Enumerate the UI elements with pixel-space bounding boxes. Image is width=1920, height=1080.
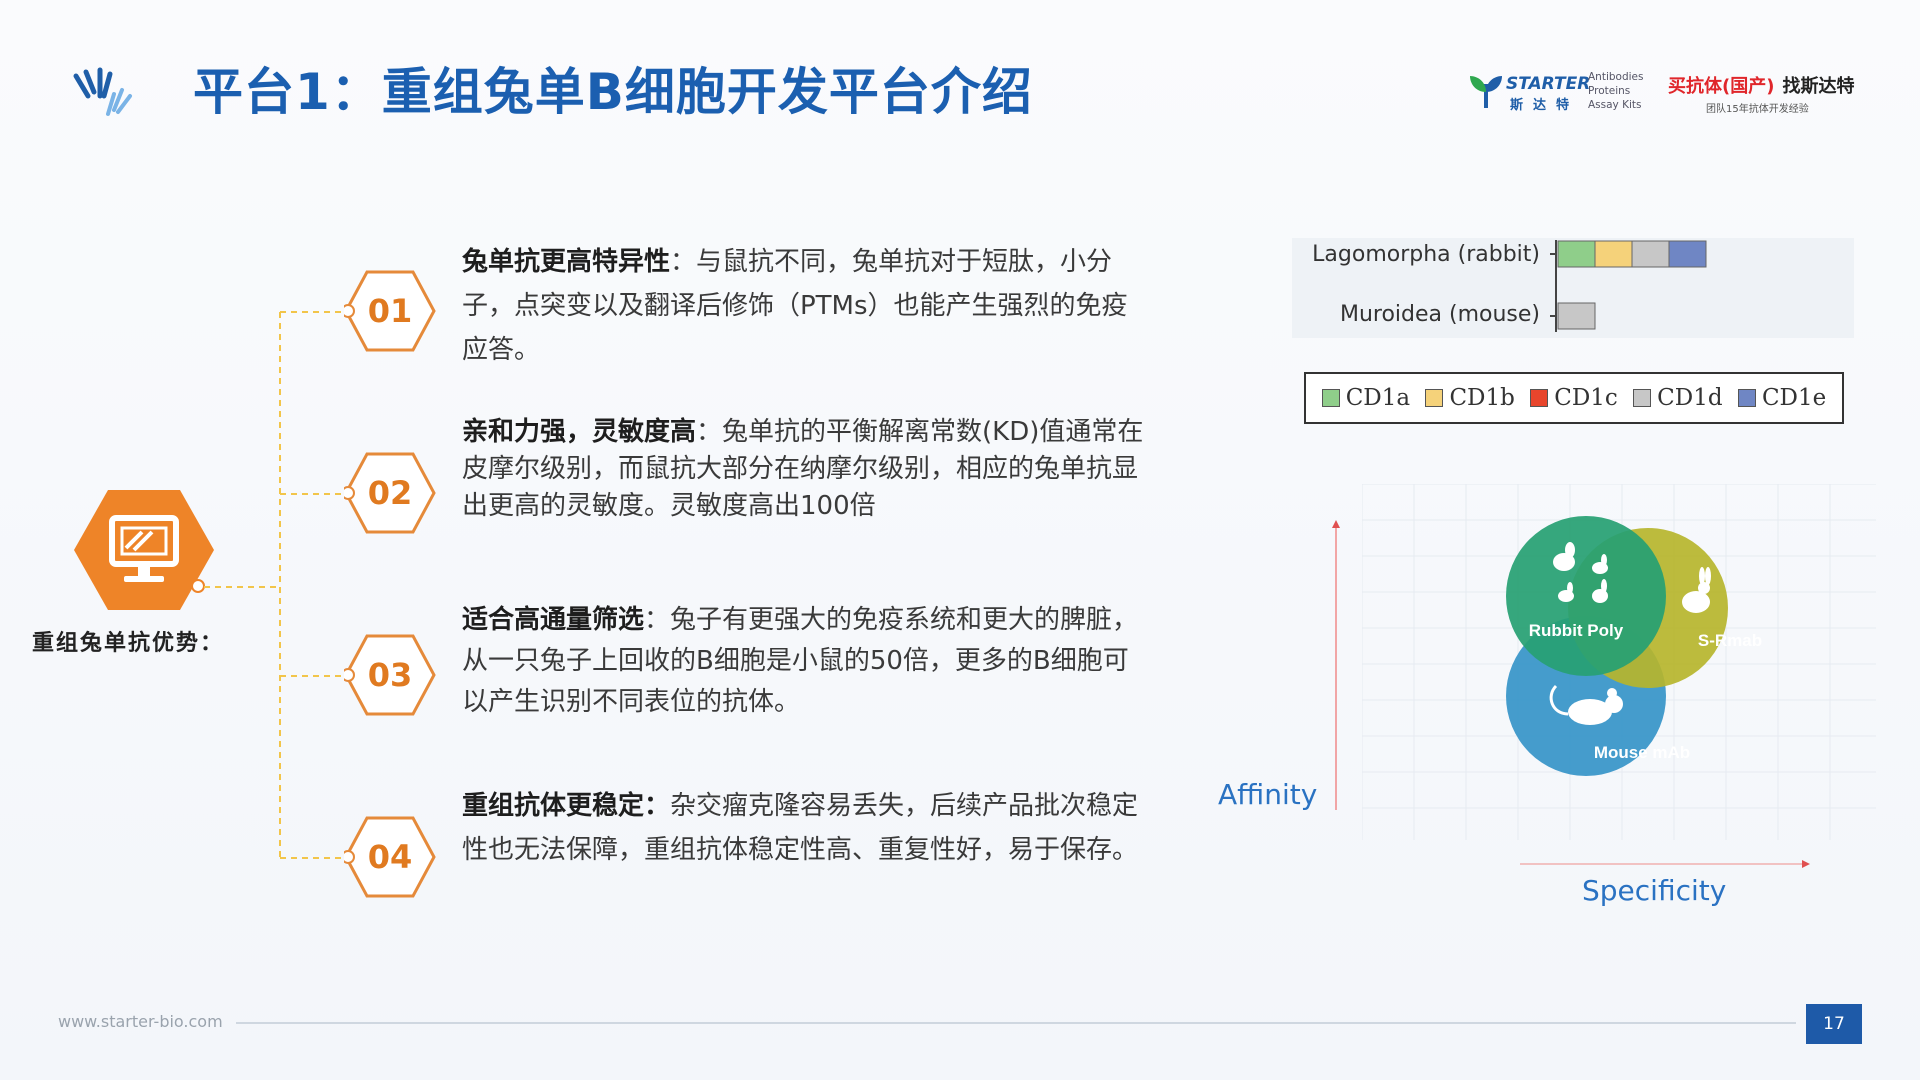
brand-line: Antibodies (1588, 71, 1644, 83)
brand-slogan: 买抗体(国产) 找斯达特 (1668, 72, 1854, 98)
bar-segment-cd1e (1668, 240, 1707, 268)
number-text: 04 (367, 838, 413, 876)
advantage-item-1: 兔单抗更高特异性：与鼠抗不同，兔单抗对于短肽，小分子，点突变以及翻译后修饰（PT… (462, 240, 1152, 372)
legend-label: CD1e (1761, 385, 1827, 411)
venn-label-srmab: S-Rmab (1698, 631, 1762, 650)
legend-label: CD1b (1449, 385, 1515, 411)
specificity-axis-label: Specificity (1582, 874, 1727, 907)
footer-url[interactable]: www.starter-bio.com (58, 1012, 223, 1031)
legend-item: CD1b (1425, 385, 1515, 411)
advantage-item-3: 适合高通量筛选：兔子有更强大的免疫系统和更大的脾脏，从一只兔子上回收的B细胞是小… (462, 600, 1152, 723)
bar-segment-cd1a (1557, 240, 1596, 268)
number-badge-01: 01 (341, 270, 436, 352)
page-title: 平台1：重组兔单B细胞开发平台介绍 (193, 63, 1033, 121)
brand-subslogan: 团队15年抗体开发经验 (1706, 104, 1809, 115)
legend-swatch (1530, 389, 1549, 407)
footer-divider (236, 1022, 1796, 1024)
legend-label: CD1c (1554, 385, 1618, 411)
legend-swatch (1737, 389, 1756, 407)
specificity-axis-arrow (1520, 860, 1810, 868)
legend-swatch (1425, 389, 1444, 407)
item-separator: ： (644, 605, 671, 635)
number-text: 01 (367, 292, 413, 330)
venn-label-mouse-mab: Mouse mAb (1594, 743, 1690, 762)
slogan-dark: 找斯达特 (1782, 76, 1855, 97)
venn-diagram: Rubbit Poly S-Rmab Mouse mAb (1506, 516, 1762, 776)
legend-label: CD1d (1657, 385, 1723, 411)
number-badge-04: 04 (341, 816, 436, 898)
item-separator: ： (670, 247, 697, 277)
item-heading: 重组抗体更稳定： (462, 791, 671, 821)
antibody-logo-icon (73, 67, 132, 116)
brand-block: STARTER 斯达特 Antibodies Proteins Assay Ki… (1466, 66, 1866, 122)
advantage-item-2: 亲和力强，灵敏度高：兔单抗的平衡解离常数(KD)值通常在皮摩尔级别，而鼠抗大部分… (462, 414, 1152, 525)
legend-item: CD1a (1321, 385, 1411, 411)
connector-lines (204, 311, 348, 859)
category-label-rabbit: Lagomorpha (rabbit) (1312, 242, 1540, 267)
category-label-mouse: Muroidea (mouse) (1339, 302, 1540, 327)
item-heading: 适合高通量筛选 (462, 605, 645, 635)
bar-segment-cd1d (1557, 302, 1596, 330)
affinity-axis-label: Affinity (1218, 778, 1318, 811)
page-number: 17 (1806, 1004, 1862, 1044)
number-badge-02: 02 (341, 452, 436, 534)
sprout-logo-icon (1470, 76, 1502, 109)
item-heading: 亲和力强，灵敏度高 (462, 417, 697, 447)
item-heading: 兔单抗更高特异性 (462, 247, 671, 277)
bar-segment-cd1d (1631, 240, 1670, 268)
venn-circle-rabbit-poly (1506, 516, 1666, 676)
item-separator: ： (696, 417, 723, 447)
brand-name: STARTER (1506, 74, 1591, 94)
bar-segment-cd1b (1594, 240, 1633, 268)
legend-item: CD1c (1530, 385, 1618, 411)
number-text: 02 (367, 474, 413, 512)
legend-label: CD1a (1345, 385, 1411, 411)
venn-label-rabbit-poly: Rubbit Poly (1529, 621, 1624, 640)
legend-item: CD1e (1737, 385, 1827, 411)
brand-line: Assay Kits (1588, 99, 1642, 111)
brand-name-cn: 斯达特 (1510, 98, 1580, 113)
brand-line: Proteins (1588, 85, 1631, 97)
slogan-red: 买抗体(国产) (1668, 76, 1775, 97)
brand-products: Antibodies Proteins Assay Kits (1588, 70, 1643, 112)
advantage-item-4: 重组抗体更稳定：杂交瘤克隆容易丢失，后续产品批次稳定性也无法保障，重组抗体稳定性… (462, 784, 1152, 872)
legend-swatch (1321, 389, 1340, 407)
legend-item: CD1d (1633, 385, 1723, 411)
number-text: 03 (367, 656, 413, 694)
chart-legend: CD1a CD1b CD1c CD1d CD1e (1304, 372, 1844, 424)
number-badge-03: 03 (341, 634, 436, 716)
legend-swatch (1633, 389, 1652, 407)
stacked-bar-chart (1550, 240, 1707, 332)
